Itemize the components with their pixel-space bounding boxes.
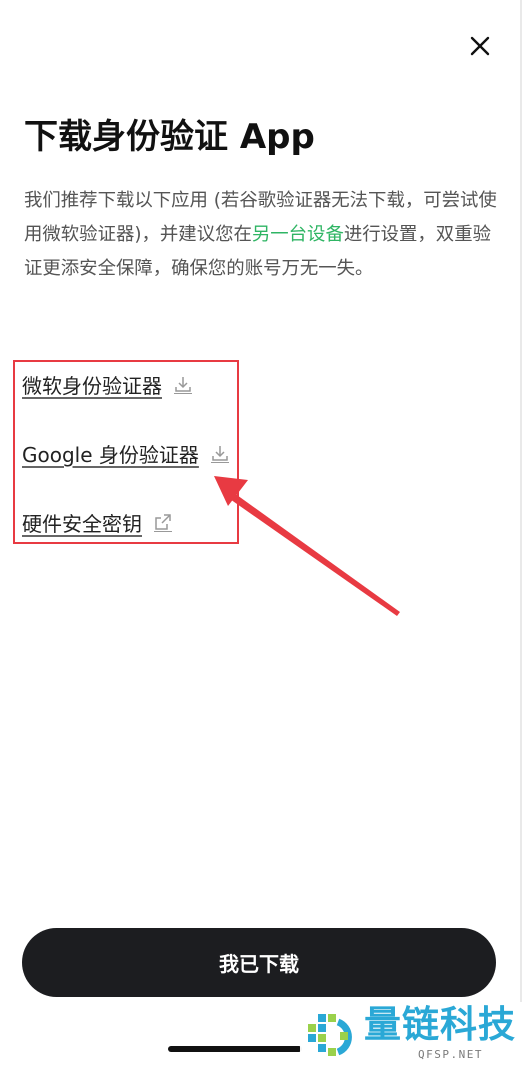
description-text: 我们推荐下载以下应用 (若谷歌验证器无法下载，可尝试使用微软验证器)，并建议您在…: [24, 184, 500, 286]
hardware-security-key-link[interactable]: 硬件安全密钥: [22, 504, 229, 540]
app-link-label: Google 身份验证器: [22, 442, 199, 467]
watermark-domain: QFSP.NET: [418, 1048, 483, 1061]
watermark: 量链科技 QFSP.NET: [300, 1002, 522, 1065]
microsoft-authenticator-link[interactable]: 微软身份验证器: [22, 366, 229, 402]
watermark-logo-icon: [308, 1014, 352, 1056]
another-device-link[interactable]: 另一台设备: [252, 224, 344, 245]
close-button[interactable]: [466, 32, 494, 60]
close-icon: [470, 36, 490, 56]
downloaded-button[interactable]: 我已下载: [22, 928, 496, 997]
download-icon: [210, 443, 229, 463]
home-indicator: [168, 1046, 302, 1052]
google-authenticator-link[interactable]: Google 身份验证器: [22, 435, 229, 471]
authenticator-app-list: 微软身份验证器 Google 身份验证器 硬件安全密钥: [22, 366, 229, 573]
app-link-label: 微软身份验证器: [22, 373, 162, 398]
watermark-name: 量链科技: [364, 1003, 516, 1046]
download-icon: [174, 374, 192, 394]
external-link-icon: [154, 512, 172, 532]
app-screen: 下载身份验证 App 我们推荐下载以下应用 (若谷歌验证器无法下载，可尝试使用微…: [0, 0, 522, 1065]
page-title: 下载身份验证 App: [24, 117, 315, 157]
app-link-label: 硬件安全密钥: [22, 511, 142, 536]
